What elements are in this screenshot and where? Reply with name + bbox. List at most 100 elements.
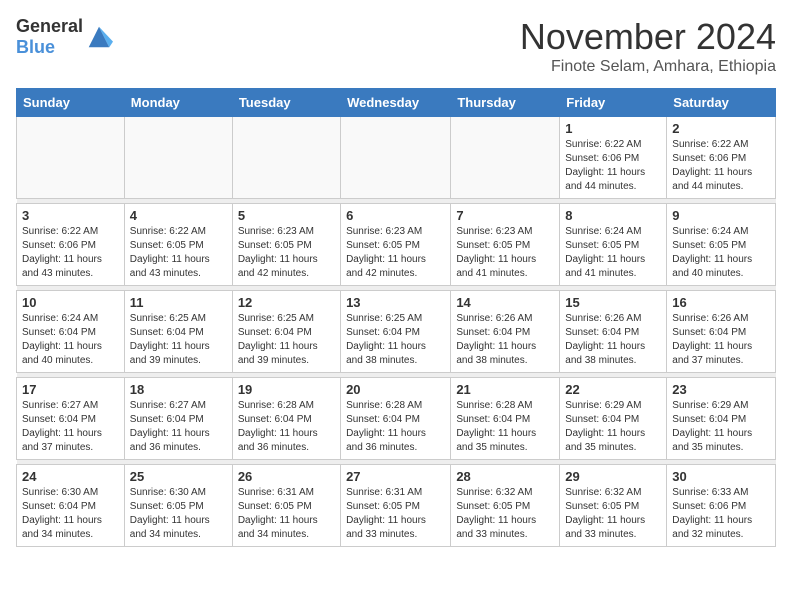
day-info: Sunrise: 6:27 AMSunset: 6:04 PMDaylight:… xyxy=(130,399,227,455)
day-info: Sunrise: 6:22 AMSunset: 6:06 PMDaylight:… xyxy=(22,225,119,281)
day-cell: 27 Sunrise: 6:31 AMSunset: 6:05 PMDayligh… xyxy=(341,465,451,547)
day-number: 25 xyxy=(130,469,227,484)
day-info: Sunrise: 6:28 AMSunset: 6:04 PMDaylight:… xyxy=(456,399,554,455)
col-friday: Friday xyxy=(560,89,667,117)
sunset-text: Sunset: 6:06 PM xyxy=(22,240,96,251)
day-number: 9 xyxy=(672,208,770,223)
day-info: Sunrise: 6:32 AMSunset: 6:05 PMDaylight:… xyxy=(565,486,661,542)
day-number: 28 xyxy=(456,469,554,484)
sunset-text: Sunset: 6:05 PM xyxy=(672,240,746,251)
day-cell xyxy=(17,117,125,199)
daylight-text: Daylight: 11 hours and 41 minutes. xyxy=(456,254,536,279)
daylight-text: Daylight: 11 hours and 38 minutes. xyxy=(456,341,536,366)
day-cell: 24Sunrise: 6:30 AMSunset: 6:04 PMDayligh… xyxy=(17,465,125,547)
sunset-text: Sunset: 6:04 PM xyxy=(22,414,96,425)
sunrise-text: Sunrise: 6:23 AM xyxy=(456,226,532,237)
calendar-page: General Blue November 2024 Finote Selam,… xyxy=(0,0,792,563)
daylight-text: Daylight: 11 hours and 35 minutes. xyxy=(565,428,645,453)
daylight-text: Daylight: 11 hours and 32 minutes. xyxy=(672,515,752,540)
sunrise-text: Sunrise: 6:32 AM xyxy=(565,487,641,498)
day-number: 16 xyxy=(672,295,770,310)
sunrise-text: Sunrise: 6:29 AM xyxy=(672,400,748,411)
sunset-text: Sunset: 6:05 PM xyxy=(346,240,420,251)
day-cell: 2Sunrise: 6:22 AMSunset: 6:06 PMDaylight… xyxy=(667,117,776,199)
sunset-text: Sunset: 6:06 PM xyxy=(565,153,639,164)
day-info: Sunrise: 6:22 AMSunset: 6:05 PMDaylight:… xyxy=(130,225,227,281)
sunset-text: Sunset: 6:04 PM xyxy=(22,501,96,512)
col-tuesday: Tuesday xyxy=(232,89,340,117)
weekday-header-row: Sunday Monday Tuesday Wednesday Thursday… xyxy=(17,89,776,117)
day-number: 6 xyxy=(346,208,445,223)
week-row-4: 17Sunrise: 6:27 AMSunset: 6:04 PMDayligh… xyxy=(17,378,776,460)
sunset-text: Sunset: 6:04 PM xyxy=(456,327,530,338)
sunset-text: Sunset: 6:04 PM xyxy=(130,327,204,338)
day-number: 1 xyxy=(565,121,661,136)
logo: General Blue xyxy=(16,16,113,58)
day-cell: 11Sunrise: 6:25 AMSunset: 6:04 PMDayligh… xyxy=(124,291,232,373)
sunrise-text: Sunrise: 6:31 AM xyxy=(238,487,314,498)
day-info: Sunrise: 6:26 AMSunset: 6:04 PMDaylight:… xyxy=(672,312,770,368)
day-number: 27 xyxy=(346,469,445,484)
day-info: Sunrise: 6:30 AMSunset: 6:05 PMDaylight:… xyxy=(130,486,227,542)
logo-blue: Blue xyxy=(16,37,83,58)
day-cell: 13Sunrise: 6:25 AMSunset: 6:04 PMDayligh… xyxy=(341,291,451,373)
day-info: Sunrise: 6:24 AMSunset: 6:04 PMDaylight:… xyxy=(22,312,119,368)
day-info: Sunrise: 6:26 AMSunset: 6:04 PMDaylight:… xyxy=(456,312,554,368)
location-subtitle: Finote Selam, Amhara, Ethiopia xyxy=(520,58,776,76)
day-cell: 16 Sunrise: 6:26 AMSunset: 6:04 PMDayligh… xyxy=(667,291,776,373)
sunrise-text: Sunrise: 6:27 AM xyxy=(22,400,98,411)
day-cell: 4Sunrise: 6:22 AMSunset: 6:05 PMDaylight… xyxy=(124,204,232,286)
sunset-text: Sunset: 6:05 PM xyxy=(565,240,639,251)
day-cell: 30 Sunrise: 6:33 AMSunset: 6:06 PMDayligh… xyxy=(667,465,776,547)
day-info: Sunrise: 6:24 AMSunset: 6:05 PMDaylight:… xyxy=(672,225,770,281)
daylight-text: Daylight: 11 hours and 41 minutes. xyxy=(565,254,645,279)
sunrise-text: Sunrise: 6:26 AM xyxy=(565,313,641,324)
daylight-text: Daylight: 11 hours and 40 minutes. xyxy=(672,254,752,279)
col-thursday: Thursday xyxy=(451,89,560,117)
day-info: Sunrise: 6:23 AM Sunset: 6:05 PM Daylight:… xyxy=(456,225,554,281)
daylight-text: Daylight: 11 hours and 37 minutes. xyxy=(672,341,752,366)
sunset-text: Sunset: 6:04 PM xyxy=(672,327,746,338)
sunrise-text: Sunrise: 6:28 AM xyxy=(346,400,422,411)
daylight-text: Daylight: 11 hours and 36 minutes. xyxy=(130,428,210,453)
day-number: 30 xyxy=(672,469,770,484)
day-info: Sunrise: 6:33 AMSunset: 6:06 PMDaylight:… xyxy=(672,486,770,542)
day-cell: 5 Sunrise: 6:23 AMSunset: 6:05 PMDaylight… xyxy=(232,204,340,286)
sunrise-text: Sunrise: 6:22 AM xyxy=(565,139,641,150)
sunset-text: Sunset: 6:04 PM xyxy=(565,327,639,338)
page-header: General Blue November 2024 Finote Selam,… xyxy=(16,16,776,76)
sunset-text: Sunset: 6:06 PM xyxy=(672,501,746,512)
day-number: 5 xyxy=(238,208,335,223)
sunset-text: Sunset: 6:05 PM xyxy=(456,240,530,251)
daylight-text: Daylight: 11 hours and 35 minutes. xyxy=(672,428,752,453)
day-cell xyxy=(341,117,451,199)
sunset-text: Sunset: 6:05 PM xyxy=(346,501,420,512)
day-info: Sunrise: 6:32 AMSunset: 6:05 PMDaylight:… xyxy=(456,486,554,542)
sunset-text: Sunset: 6:04 PM xyxy=(238,327,312,338)
sunrise-text: Sunrise: 6:30 AM xyxy=(130,487,206,498)
day-number: 12 xyxy=(238,295,335,310)
day-info: Sunrise: 6:28 AMSunset: 6:04 PMDaylight:… xyxy=(346,399,445,455)
day-info: Sunrise: 6:31 AMSunset: 6:05 PMDaylight:… xyxy=(346,486,445,542)
day-cell: 12Sunrise: 6:25 AMSunset: 6:04 PMDayligh… xyxy=(232,291,340,373)
day-cell: 9 Sunrise: 6:24 AMSunset: 6:05 PMDaylight… xyxy=(667,204,776,286)
day-info: Sunrise: 6:22 AMSunset: 6:06 PMDaylight:… xyxy=(672,138,770,194)
day-cell xyxy=(232,117,340,199)
sunset-text: Sunset: 6:04 PM xyxy=(672,414,746,425)
col-saturday: Saturday xyxy=(667,89,776,117)
day-cell: 14Sunrise: 6:26 AMSunset: 6:04 PMDayligh… xyxy=(451,291,560,373)
day-number: 15 xyxy=(565,295,661,310)
sunrise-text: Sunrise: 6:24 AM xyxy=(565,226,641,237)
day-number: 22 xyxy=(565,382,661,397)
daylight-text: Daylight: 11 hours and 34 minutes. xyxy=(22,515,102,540)
sunrise-text: Sunrise: 6:23 AM xyxy=(346,226,422,237)
sunrise-text: Sunrise: 6:25 AM xyxy=(346,313,422,324)
day-info: Sunrise: 6:24 AM Sunset: 6:05 PM Daylight:… xyxy=(565,225,661,281)
day-info: Sunrise: 6:31 AMSunset: 6:05 PMDaylight:… xyxy=(238,486,335,542)
day-cell: 17Sunrise: 6:27 AMSunset: 6:04 PMDayligh… xyxy=(17,378,125,460)
logo-general: General xyxy=(16,16,83,37)
day-info: Sunrise: 6:23 AMSunset: 6:05 PMDaylight:… xyxy=(238,225,335,281)
daylight-text: Daylight: 11 hours and 39 minutes. xyxy=(238,341,318,366)
day-cell xyxy=(124,117,232,199)
daylight-text: Daylight: 11 hours and 35 minutes. xyxy=(456,428,536,453)
